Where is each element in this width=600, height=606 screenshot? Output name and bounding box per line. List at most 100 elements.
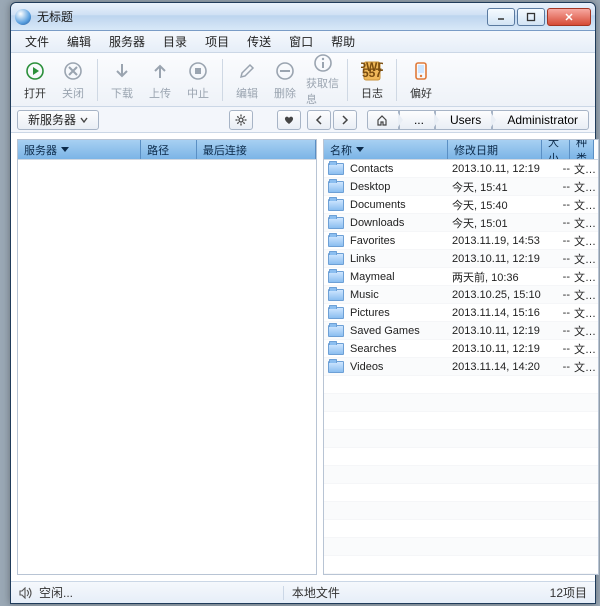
menu-1[interactable]: 编辑 — [59, 31, 99, 52]
close-button[interactable] — [547, 8, 591, 26]
toolbar-label: 中止 — [187, 85, 209, 101]
breadcrumb-more[interactable]: ... — [399, 110, 435, 130]
breadcrumb-home[interactable] — [367, 110, 399, 130]
file-kind: 文... — [574, 305, 598, 321]
menu-4[interactable]: 项目 — [197, 31, 237, 52]
toolbar-label: 偏好 — [410, 85, 432, 101]
toolbar-getinfo-button[interactable]: 获取信息 — [305, 56, 341, 104]
toolbar-download-button[interactable]: 下载 — [104, 56, 140, 104]
empty-row — [324, 556, 598, 574]
file-name: Music — [350, 289, 452, 301]
toolbar-edit-button[interactable]: 编辑 — [229, 56, 265, 104]
toolbar-label: 编辑 — [236, 85, 258, 101]
file-size: -- — [546, 163, 574, 175]
toolbar-abort-button[interactable]: 中止 — [180, 56, 216, 104]
file-row[interactable]: Downloads今天, 15:01--文... — [324, 214, 598, 232]
gear-button[interactable] — [229, 110, 253, 130]
file-columns: 名称修改日期大小种类 — [324, 140, 598, 160]
file-date: 2013.11.14, 15:16 — [452, 307, 546, 319]
file-row[interactable]: Maymeal两天前, 10:36--文... — [324, 268, 598, 286]
app-window: 无标题 文件编辑服务器目录项目传送窗口帮助 打开关闭下载上传中止编辑删除获取信息… — [10, 2, 596, 604]
column-header[interactable]: 大小 — [542, 140, 570, 159]
log-icon: PWD557 — [360, 59, 384, 83]
toolbar-label: 获取信息 — [306, 75, 340, 107]
file-size: -- — [546, 343, 574, 355]
empty-row — [324, 538, 598, 556]
toolbar-log-button[interactable]: PWD557日志 — [354, 56, 390, 104]
nav-back-button[interactable] — [307, 110, 331, 130]
status-left: 空闲... — [39, 584, 73, 601]
file-date: 两天前, 10:36 — [452, 269, 546, 285]
status-mid: 本地文件 — [292, 584, 340, 601]
file-row[interactable]: Contacts2013.10.11, 12:19--文... — [324, 160, 598, 178]
toolbar-close-button[interactable]: 关闭 — [55, 56, 91, 104]
window-title: 无标题 — [37, 8, 487, 25]
file-size: -- — [546, 271, 574, 283]
file-rows[interactable]: Contacts2013.10.11, 12:19--文...Desktop今天… — [324, 160, 598, 574]
column-header[interactable]: 种类 — [570, 140, 594, 159]
menu-6[interactable]: 窗口 — [281, 31, 321, 52]
file-row[interactable]: Desktop今天, 15:41--文... — [324, 178, 598, 196]
toolbar: 打开关闭 下载上传中止 编辑删除获取信息 PWD557日志偏好 — [11, 53, 595, 107]
play-icon — [23, 59, 47, 83]
file-size: -- — [546, 325, 574, 337]
heart-icon — [283, 114, 295, 126]
toolbar-delete-button[interactable]: 删除 — [267, 56, 303, 104]
file-panel: 名称修改日期大小种类 Contacts2013.10.11, 12:19--文.… — [323, 139, 599, 575]
file-row[interactable]: Videos2013.11.14, 14:20--文... — [324, 358, 598, 376]
breadcrumb-item[interactable]: Administrator — [492, 110, 589, 130]
file-name: Contacts — [350, 163, 452, 175]
column-header[interactable]: 名称 — [324, 140, 448, 159]
file-kind: 文... — [574, 197, 598, 213]
stop-icon — [186, 59, 210, 83]
minimize-button[interactable] — [487, 8, 515, 26]
file-name: Links — [350, 253, 452, 265]
toolbar-upload-button[interactable]: 上传 — [142, 56, 178, 104]
file-size: -- — [546, 361, 574, 373]
empty-row — [324, 412, 598, 430]
menu-0[interactable]: 文件 — [17, 31, 57, 52]
file-name: Maymeal — [350, 271, 452, 283]
file-row[interactable]: Saved Games2013.10.11, 12:19--文... — [324, 322, 598, 340]
breadcrumb-item[interactable]: Users — [435, 110, 492, 130]
titlebar[interactable]: 无标题 — [11, 3, 595, 31]
menubar: 文件编辑服务器目录项目传送窗口帮助 — [11, 31, 595, 53]
file-row[interactable]: Searches2013.10.11, 12:19--文... — [324, 340, 598, 358]
column-header[interactable]: 最后连接 — [197, 140, 316, 159]
server-rows[interactable] — [18, 160, 316, 574]
file-row[interactable]: Pictures2013.11.14, 15:16--文... — [324, 304, 598, 322]
file-size: -- — [546, 199, 574, 211]
toolbar-open-button[interactable]: 打开 — [17, 56, 53, 104]
folder-icon — [328, 343, 344, 355]
maximize-button[interactable] — [517, 8, 545, 26]
toolbar-label: 删除 — [274, 85, 296, 101]
statusbar: 空闲... 本地文件 12项目 — [11, 581, 595, 603]
status-right: 12项目 — [550, 584, 587, 601]
file-row[interactable]: Documents今天, 15:40--文... — [324, 196, 598, 214]
column-header[interactable]: 服务器 — [18, 140, 141, 159]
column-header[interactable]: 路径 — [141, 140, 197, 159]
toolbar-label: 上传 — [149, 85, 171, 101]
file-kind: 文... — [574, 179, 598, 195]
toolbar-label: 关闭 — [62, 85, 84, 101]
menu-3[interactable]: 目录 — [155, 31, 195, 52]
new-server-button[interactable]: 新服务器 — [17, 110, 99, 130]
menu-7[interactable]: 帮助 — [323, 31, 363, 52]
file-date: 2013.10.11, 12:19 — [452, 343, 546, 355]
menu-5[interactable]: 传送 — [239, 31, 279, 52]
file-row[interactable]: Music2013.10.25, 15:10--文... — [324, 286, 598, 304]
file-name: Downloads — [350, 217, 452, 229]
empty-row — [324, 520, 598, 538]
file-row[interactable]: Favorites2013.11.19, 14:53--文... — [324, 232, 598, 250]
menu-2[interactable]: 服务器 — [101, 31, 153, 52]
file-kind: 文... — [574, 161, 598, 177]
folder-icon — [328, 307, 344, 319]
arrow-down-icon — [110, 59, 134, 83]
column-header[interactable]: 修改日期 — [448, 140, 542, 159]
toolbar-pref-button[interactable]: 偏好 — [403, 56, 439, 104]
file-date: 2013.10.25, 15:10 — [452, 289, 546, 301]
file-kind: 文... — [574, 287, 598, 303]
favorite-button[interactable] — [277, 110, 301, 130]
nav-forward-button[interactable] — [333, 110, 357, 130]
file-row[interactable]: Links2013.10.11, 12:19--文... — [324, 250, 598, 268]
